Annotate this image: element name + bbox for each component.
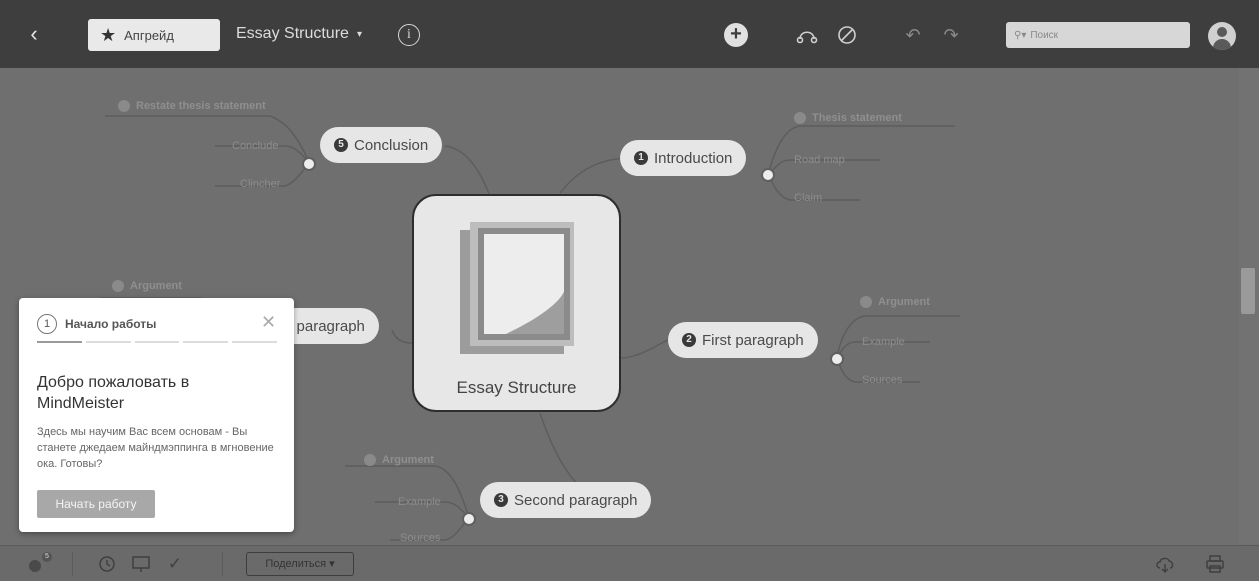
node-second-paragraph[interactable]: 3 Second paragraph <box>480 482 652 518</box>
node-argument-third[interactable]: Argument <box>112 280 182 292</box>
collapse-knob[interactable] <box>302 157 316 171</box>
search-input[interactable]: ⚲▾ Поиск <box>1006 22 1190 48</box>
node-argument-second[interactable]: Argument <box>364 454 434 466</box>
step-title: Начало работы <box>65 317 157 331</box>
avatar[interactable] <box>1208 22 1236 50</box>
node-example-first[interactable]: Example <box>862 336 905 348</box>
node-argument-first[interactable]: Argument <box>860 296 930 308</box>
history-icon[interactable] <box>96 554 118 574</box>
share-button[interactable]: Поделиться ▾ <box>246 552 354 576</box>
progress-segment <box>232 341 277 343</box>
node-label: Restate thesis statement <box>136 100 266 112</box>
central-topic-label: Essay Structure <box>456 378 577 397</box>
close-icon[interactable]: ✕ <box>261 312 276 333</box>
check-icon[interactable]: ✓ <box>164 554 186 574</box>
info-icon[interactable]: i <box>398 24 420 46</box>
search-placeholder: Поиск <box>1030 29 1059 41</box>
map-title: Essay Structure <box>236 25 349 42</box>
progress-segment <box>85 341 131 343</box>
node-clincher[interactable]: Clincher <box>240 178 280 190</box>
node-label: Argument <box>382 454 434 466</box>
print-icon[interactable] <box>1204 554 1226 574</box>
node-label: Argument <box>130 280 182 292</box>
node-thesis-statement[interactable]: Thesis statement <box>794 112 902 124</box>
node-label: Thesis statement <box>812 112 902 124</box>
number-badge: 3 <box>494 493 508 507</box>
node-example-second[interactable]: Example <box>398 496 441 508</box>
chevron-left-icon[interactable]: ‹ <box>22 22 46 46</box>
notification-badge: 5 <box>42 552 52 562</box>
cloud-download-icon[interactable] <box>1154 554 1176 574</box>
central-topic[interactable]: Essay Structure <box>412 194 621 412</box>
collapse-knob[interactable] <box>462 512 476 526</box>
node-label: d paragraph <box>284 317 365 335</box>
progress-segment <box>134 341 180 343</box>
node-conclusion[interactable]: 5 Conclusion <box>320 127 443 163</box>
number-badge: 1 <box>634 151 648 165</box>
number-badge: 5 <box>334 138 348 152</box>
start-button[interactable]: Начать работу <box>37 490 155 518</box>
plus-circle-icon[interactable]: + <box>724 23 748 47</box>
step-number: 1 <box>37 314 57 334</box>
divider <box>222 552 223 576</box>
node-label: Introduction <box>654 149 733 167</box>
search-icon: ⚲▾ <box>1014 29 1027 41</box>
upgrade-label: Апгрейд <box>124 27 174 43</box>
undo-icon[interactable]: ↶ <box>902 24 924 46</box>
node-road-map[interactable]: Road map <box>794 154 845 166</box>
progress-segment <box>37 341 82 343</box>
bottom-toolbar: 5 ✓ Поделиться ▾ <box>0 545 1259 581</box>
bullet-icon <box>364 454 376 466</box>
upgrade-button[interactable]: ★ Апгрейд <box>88 19 220 51</box>
number-badge: 2 <box>682 333 696 347</box>
map-title-dropdown[interactable]: Essay Structure ▾ <box>236 25 362 43</box>
node-label: Conclusion <box>354 136 429 154</box>
onboarding-card: 1 Начало работы ✕ Добро пожаловать в Min… <box>19 298 294 532</box>
divider <box>72 552 73 576</box>
node-introduction[interactable]: 1 Introduction <box>620 140 747 176</box>
node-label: Second paragraph <box>514 491 638 509</box>
star-icon: ★ <box>100 24 117 45</box>
node-claim[interactable]: Claim <box>794 192 822 204</box>
bullet-icon <box>112 280 124 292</box>
node-conclude[interactable]: Conclude <box>232 140 278 152</box>
caret-down-icon: ▾ <box>356 28 362 40</box>
scrollbar-thumb[interactable] <box>1241 268 1255 314</box>
bullet-icon <box>794 112 806 124</box>
document-icon <box>460 222 574 354</box>
welcome-description: Здесь мы научим Вас всем основам - Вы ст… <box>37 426 274 470</box>
connect-icon[interactable] <box>796 24 818 46</box>
node-restate-thesis[interactable]: Restate thesis statement <box>118 100 266 112</box>
progress-segment <box>183 341 229 343</box>
presentation-icon[interactable] <box>130 554 152 574</box>
top-toolbar: ‹ ★ Апгрейд Essay Structure ▾ i + ↶ ↷ ⚲▾… <box>0 0 1259 68</box>
node-label: First paragraph <box>702 331 804 349</box>
redo-icon[interactable]: ↷ <box>940 24 962 46</box>
welcome-heading: Добро пожаловать в MindMeister <box>37 374 190 412</box>
node-sources-second[interactable]: Sources <box>400 532 440 544</box>
collapse-knob[interactable] <box>830 352 844 366</box>
collapse-knob[interactable] <box>761 168 775 182</box>
bullet-icon <box>860 296 872 308</box>
node-first-paragraph[interactable]: 2 First paragraph <box>668 322 818 358</box>
node-label: Argument <box>878 296 930 308</box>
progress-steps <box>37 341 277 343</box>
no-entry-icon[interactable] <box>836 24 858 46</box>
node-sources-first[interactable]: Sources <box>862 374 902 386</box>
onboarding-step: 1 Начало работы <box>37 314 156 334</box>
bullet-icon <box>118 100 130 112</box>
